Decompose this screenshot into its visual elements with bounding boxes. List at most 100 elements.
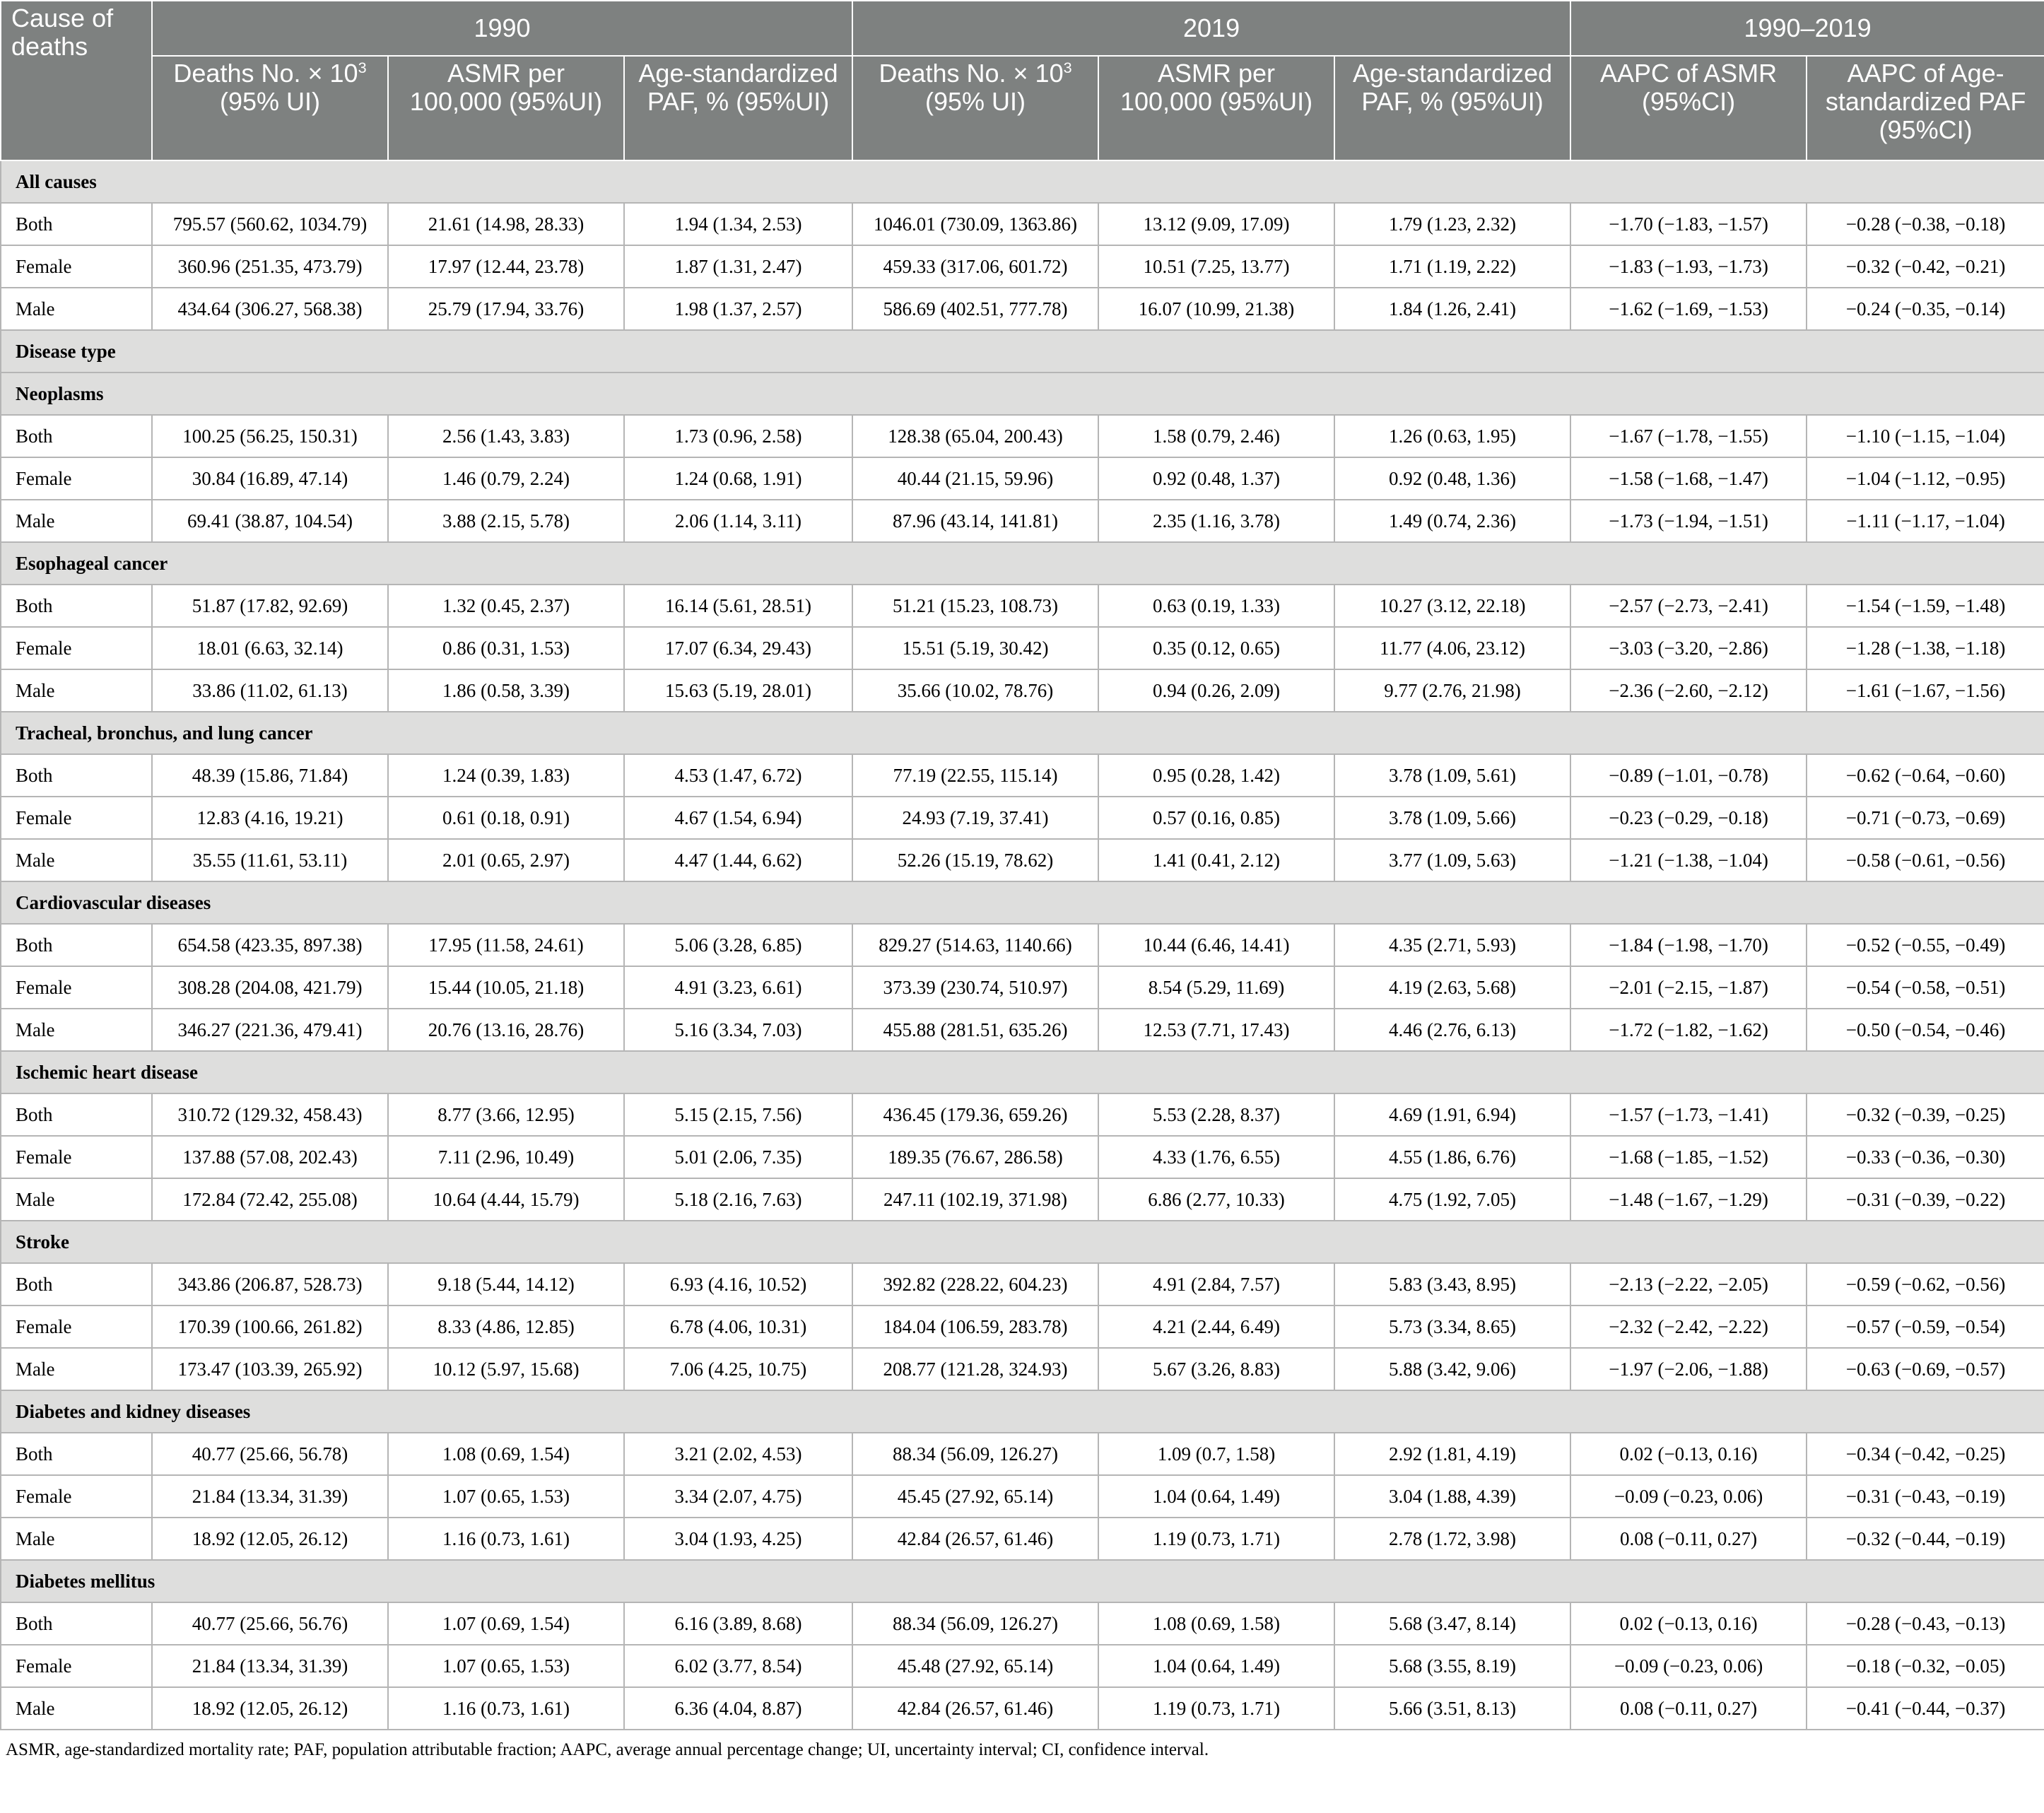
table-cell: 42.84 (26.57, 61.46) [852, 1517, 1100, 1561]
section-label: All causes [0, 160, 2044, 204]
table-cell: 40.77 (25.66, 56.76) [151, 1602, 389, 1645]
table-cell: 12.83 (4.16, 19.21) [151, 796, 389, 840]
table-cell: 17.95 (11.58, 24.61) [387, 923, 625, 967]
row-label: Both [0, 584, 153, 628]
table-cell: 18.01 (6.63, 32.14) [151, 626, 389, 670]
table-cell: 7.11 (2.96, 10.49) [387, 1135, 625, 1179]
table-cell: −1.57 (−1.73, −1.41) [1570, 1093, 1808, 1137]
table-cell: 21.84 (13.34, 31.39) [151, 1474, 389, 1518]
table-cell: 42.84 (26.57, 61.46) [852, 1686, 1100, 1730]
table-cell: 189.35 (76.67, 286.58) [852, 1135, 1100, 1179]
table-cell: −1.72 (−1.82, −1.62) [1570, 1008, 1808, 1052]
table-row: Both 40.77 (25.66, 56.76) 1.07 (0.69, 1.54… [0, 1602, 2044, 1645]
table-cell: 247.11 (102.19, 371.98) [852, 1178, 1100, 1221]
table-row: Female 21.84 (13.34, 31.39) 1.07 (0.65, 1.… [0, 1644, 2044, 1688]
table-cell: 1.73 (0.96, 2.58) [623, 414, 854, 458]
table-row: Male 434.64 (306.27, 568.38) 25.79 (17.94,… [0, 287, 2044, 331]
table-cell: 1.09 (0.7, 1.58) [1098, 1432, 1336, 1476]
row-label: Both [0, 202, 153, 246]
table-cell: −2.13 (−2.22, −2.05) [1570, 1262, 1808, 1306]
table-cell: 10.27 (3.12, 22.18) [1334, 584, 1572, 628]
row-label: Male [0, 838, 153, 882]
table-cell: −2.36 (−2.60, −2.12) [1570, 669, 1808, 712]
table-cell: −0.31 (−0.43, −0.19) [1806, 1474, 2044, 1518]
table-row: Male 173.47 (103.39, 265.92) 10.12 (5.97, … [0, 1347, 2044, 1391]
table-cell: −1.84 (−1.98, −1.70) [1570, 923, 1808, 967]
table-row: Both 343.86 (206.87, 528.73) 9.18 (5.44, 1… [0, 1262, 2044, 1306]
table-cell: 0.57 (0.16, 0.85) [1098, 796, 1336, 840]
table-cell: 45.48 (27.92, 65.14) [852, 1644, 1100, 1688]
table-cell: 0.35 (0.12, 0.65) [1098, 626, 1336, 670]
row-label: Male [0, 287, 153, 331]
table-cell: 2.01 (0.65, 2.97) [387, 838, 625, 882]
table-cell: −1.48 (−1.67, −1.29) [1570, 1178, 1808, 1221]
table-cell: 51.21 (15.23, 108.73) [852, 584, 1100, 628]
table-cell: 128.38 (65.04, 200.43) [852, 414, 1100, 458]
aapc-paf-header: AAPC of Age-standardized PAF (95%CI) [1806, 55, 2044, 161]
table-cell: 100.25 (56.25, 150.31) [151, 414, 389, 458]
table-cell: 4.46 (2.76, 6.13) [1334, 1008, 1572, 1052]
table-cell: 308.28 (204.08, 421.79) [151, 966, 389, 1009]
table-cell: 3.78 (1.09, 5.66) [1334, 796, 1572, 840]
table-cell: 173.47 (103.39, 265.92) [151, 1347, 389, 1391]
table-cell: 170.39 (100.66, 261.82) [151, 1305, 389, 1349]
table-cell: 0.92 (0.48, 1.37) [1098, 457, 1336, 500]
row-label: Female [0, 245, 153, 288]
asmr-1990-header: ASMR per 100,000 (95%UI) [387, 55, 625, 161]
table-cell: 18.92 (12.05, 26.12) [151, 1517, 389, 1561]
table-cell: 0.95 (0.28, 1.42) [1098, 753, 1336, 797]
table-cell: 436.45 (179.36, 659.26) [852, 1093, 1100, 1137]
table-row: Female 137.88 (57.08, 202.43) 7.11 (2.96, … [0, 1135, 2044, 1179]
deaths-2019-header: Deaths No. × 103 (95% UI) [852, 55, 1100, 161]
row-label: Female [0, 1474, 153, 1518]
section-label: Stroke [0, 1220, 2044, 1264]
table-cell: 3.78 (1.09, 5.61) [1334, 753, 1572, 797]
table-cell: 4.53 (1.47, 6.72) [623, 753, 854, 797]
section-row: Tracheal, bronchus, and lung cancer [0, 711, 2044, 755]
table-row: Male 69.41 (38.87, 104.54) 3.88 (2.15, 5.7… [0, 499, 2044, 543]
table-cell: 4.55 (1.86, 6.76) [1334, 1135, 1572, 1179]
table-cell: 1.07 (0.65, 1.53) [387, 1644, 625, 1688]
table-cell: 7.06 (4.25, 10.75) [623, 1347, 854, 1391]
table-cell: 2.35 (1.16, 3.78) [1098, 499, 1336, 543]
table-cell: −1.73 (−1.94, −1.51) [1570, 499, 1808, 543]
table-cell: 12.53 (7.71, 17.43) [1098, 1008, 1336, 1052]
table-cell: 5.67 (3.26, 8.83) [1098, 1347, 1336, 1391]
table-cell: 4.91 (3.23, 6.61) [623, 966, 854, 1009]
table-cell: −0.89 (−1.01, −0.78) [1570, 753, 1808, 797]
table-row: Female 170.39 (100.66, 261.82) 8.33 (4.86,… [0, 1305, 2044, 1349]
table-cell: 6.36 (4.04, 8.87) [623, 1686, 854, 1730]
row-label: Female [0, 966, 153, 1009]
table-cell: 654.58 (423.35, 897.38) [151, 923, 389, 967]
table-cell: 1046.01 (730.09, 1363.86) [852, 202, 1100, 246]
table-cell: −3.03 (−3.20, −2.86) [1570, 626, 1808, 670]
table-cell: −0.33 (−0.36, −0.30) [1806, 1135, 2044, 1179]
table-cell: 4.33 (1.76, 6.55) [1098, 1135, 1336, 1179]
table-cell: 5.73 (3.34, 8.65) [1334, 1305, 1572, 1349]
table-cell: 829.27 (514.63, 1140.66) [852, 923, 1100, 967]
table-cell: 16.07 (10.99, 21.38) [1098, 287, 1336, 331]
table-cell: 5.01 (2.06, 7.35) [623, 1135, 854, 1179]
table-cell: −0.58 (−0.61, −0.56) [1806, 838, 2044, 882]
section-label: Neoplasms [0, 372, 2044, 416]
table-cell: 0.02 (−0.13, 0.16) [1570, 1602, 1808, 1645]
table-cell: 172.84 (72.42, 255.08) [151, 1178, 389, 1221]
table-cell: 9.77 (2.76, 21.98) [1334, 669, 1572, 712]
table-row: Female 30.84 (16.89, 47.14) 1.46 (0.79, 2.… [0, 457, 2044, 500]
table-cell: −1.67 (−1.78, −1.55) [1570, 414, 1808, 458]
table-cell: 3.77 (1.09, 5.63) [1334, 838, 1572, 882]
section-row: Ischemic heart disease [0, 1050, 2044, 1094]
row-label: Female [0, 1305, 153, 1349]
table-cell: −2.01 (−2.15, −1.87) [1570, 966, 1808, 1009]
table-cell: −0.09 (−0.23, 0.06) [1570, 1644, 1808, 1688]
table-cell: 4.75 (1.92, 7.05) [1334, 1178, 1572, 1221]
table-cell: 1.79 (1.23, 2.32) [1334, 202, 1572, 246]
table-cell: −1.68 (−1.85, −1.52) [1570, 1135, 1808, 1179]
table-cell: 6.02 (3.77, 8.54) [623, 1644, 854, 1688]
table-row: Both 795.57 (560.62, 1034.79) 21.61 (14.98… [0, 202, 2044, 246]
table-cell: 1.71 (1.19, 2.22) [1334, 245, 1572, 288]
table-cell: 795.57 (560.62, 1034.79) [151, 202, 389, 246]
table-cell: 40.77 (25.66, 56.78) [151, 1432, 389, 1476]
table-cell: −0.59 (−0.62, −0.56) [1806, 1262, 2044, 1306]
table-cell: 3.34 (2.07, 4.75) [623, 1474, 854, 1518]
